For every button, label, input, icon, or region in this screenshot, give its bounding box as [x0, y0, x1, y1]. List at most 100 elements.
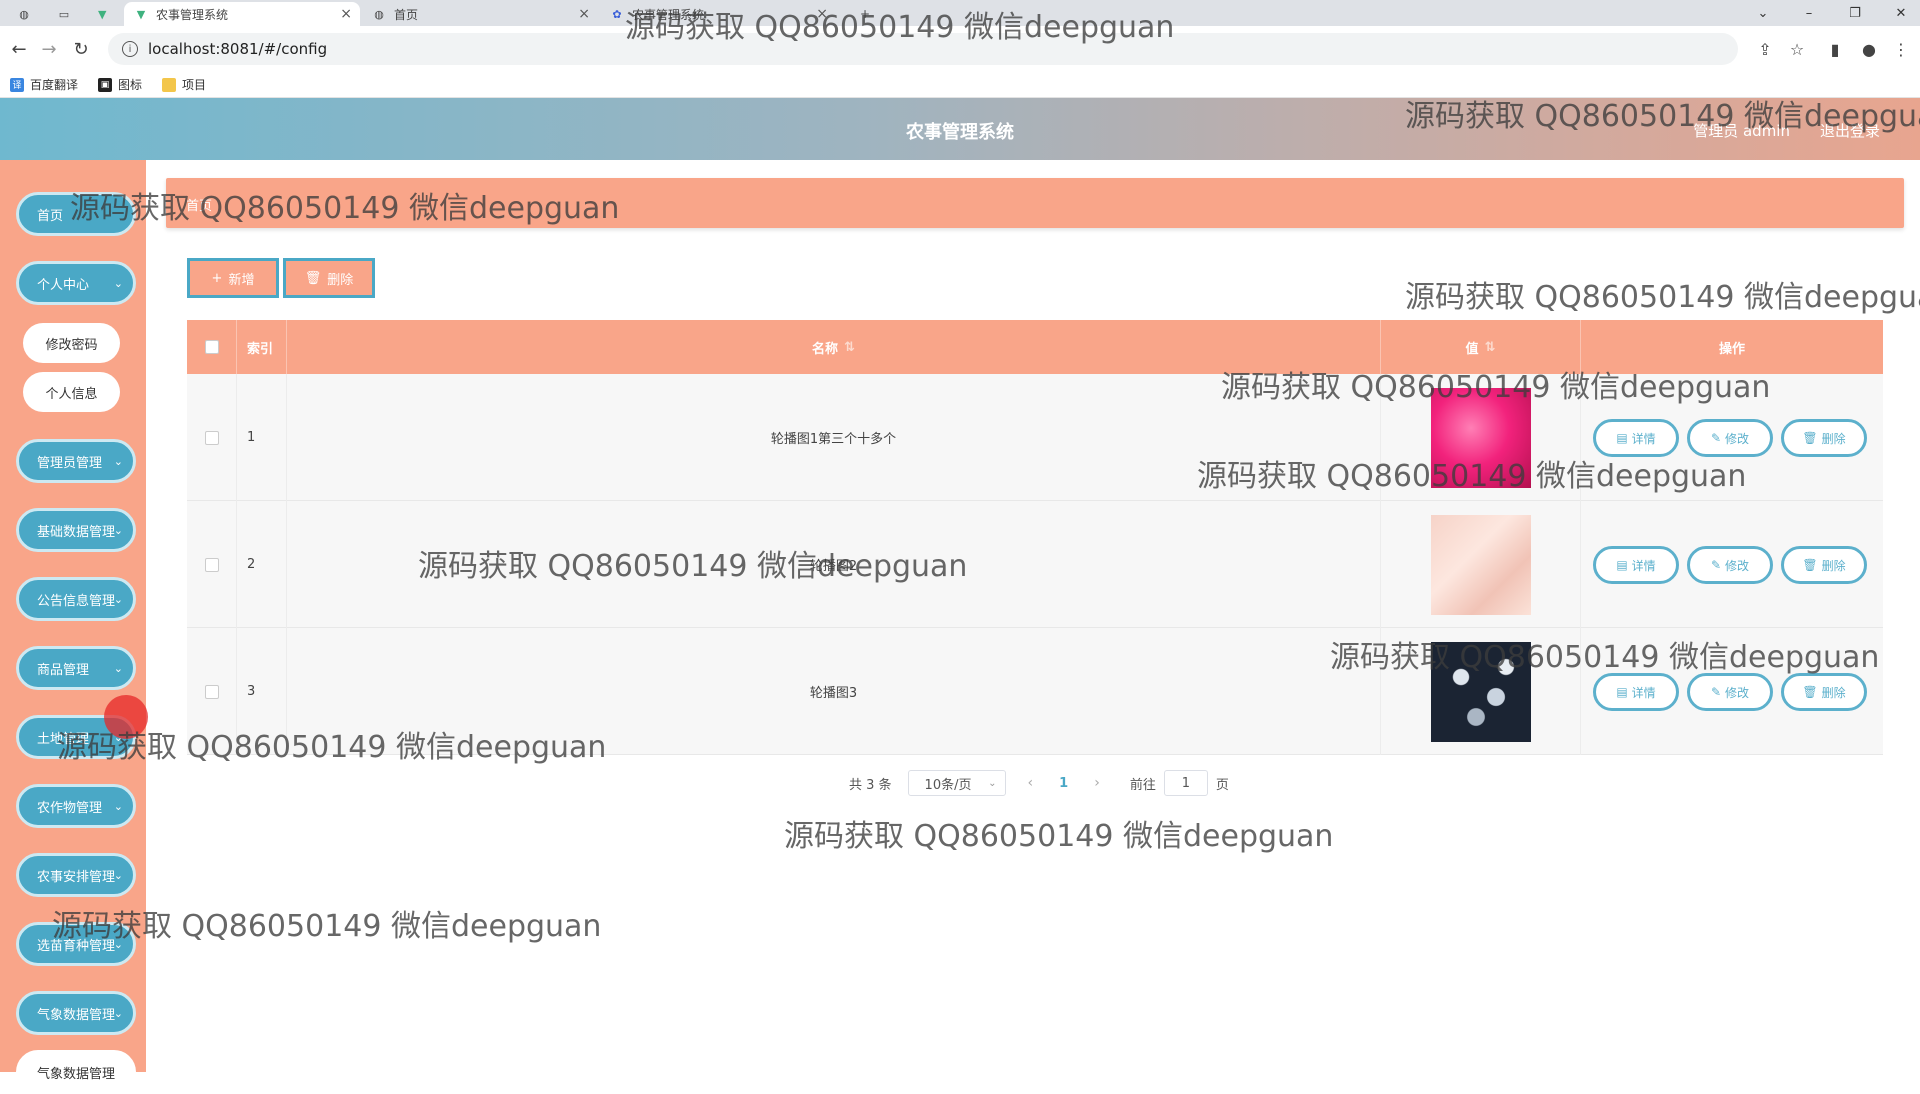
back-icon[interactable]: ←	[6, 36, 32, 62]
page-size-value: 10条/页	[924, 777, 972, 793]
side-panel-icon[interactable]: ▮	[1822, 36, 1848, 62]
info-icon[interactable]: i	[122, 41, 138, 57]
select-all-checkbox[interactable]	[204, 340, 219, 354]
chevron-down-icon: ⌄	[113, 661, 123, 675]
plus-icon: +	[211, 270, 223, 286]
tab-active[interactable]: ▼ 农事管理系统 ×	[124, 2, 360, 26]
trash-icon: 🗑	[1802, 558, 1818, 572]
delete-button[interactable]: 🗑 删除	[1781, 419, 1867, 457]
watermark-text: 源码获取 QQ86050149 微信deepguan	[1221, 370, 1771, 405]
watermark-text: 源码获取 QQ86050149 微信deepguan	[784, 819, 1334, 854]
column-header-name[interactable]: 名称 ⇅	[287, 320, 1381, 374]
tab-blank[interactable]: ▭	[48, 2, 88, 26]
page-size-select[interactable]: 10条/页 ⌄	[907, 770, 1006, 796]
tab-close-icon[interactable]: ×	[340, 6, 352, 22]
tab-search-icon[interactable]: ◍	[8, 2, 48, 26]
carousel-image-thumbnail[interactable]	[1430, 514, 1531, 615]
sidebar-item-label: 气象数据管理	[37, 1066, 116, 1082]
select-all-cell	[187, 320, 237, 374]
tab-title: 农事管理系统	[156, 7, 229, 22]
chevron-down-icon: ⌄	[113, 454, 123, 468]
next-page-icon[interactable]: ›	[1094, 775, 1100, 791]
sidebar-item-label: 管理员管理	[37, 455, 103, 471]
sidebar-item-crops[interactable]: 农作物管理 ⌄	[16, 784, 136, 828]
detail-button[interactable]: ▤ 详情	[1593, 673, 1679, 711]
header-label: 值	[1465, 341, 1479, 357]
sidebar-item-label: 个人信息	[45, 386, 98, 402]
bookmark-baidu-translate[interactable]: 译 百度翻译	[10, 76, 78, 93]
tab-close-icon[interactable]: ×	[578, 6, 590, 22]
restore-icon[interactable]: ❐	[1832, 0, 1878, 26]
bookmark-label: 图标	[118, 78, 143, 92]
sidebar-item-label: 商品管理	[37, 662, 90, 678]
chevron-down-icon: ⌄	[113, 276, 123, 290]
column-header-index[interactable]: 索引	[237, 320, 287, 374]
row-select-cell	[187, 374, 237, 501]
menu-kebab-icon[interactable]: ⋮	[1888, 36, 1914, 62]
sidebar-subitem-change-password[interactable]: 修改密码	[23, 323, 120, 363]
close-window-icon[interactable]: ✕	[1878, 0, 1920, 26]
star-icon[interactable]: ☆	[1784, 36, 1810, 62]
sidebar-item-basic-data[interactable]: 基础数据管理 ⌄	[16, 508, 136, 552]
delete-button[interactable]: 🗑 删除	[1781, 673, 1867, 711]
bookmark-label: 项目	[182, 78, 207, 92]
row-index: 1	[237, 374, 287, 501]
button-label: 删除	[1821, 685, 1846, 700]
sidebar-item-label: 首页	[37, 208, 64, 224]
button-label: 修改	[1725, 685, 1750, 700]
paw-icon: ✿	[612, 7, 622, 21]
translate-icon: 译	[10, 77, 24, 92]
delete-button[interactable]: 🗑 删除	[1781, 546, 1867, 584]
sidebar-item-weather-2[interactable]: 气象数据管理	[16, 1050, 136, 1094]
add-button-label: 新增	[228, 272, 255, 288]
detail-button[interactable]: ▤ 详情	[1593, 546, 1679, 584]
forward-icon[interactable]: →	[36, 36, 62, 62]
sidebar-item-admin-management[interactable]: 管理员管理 ⌄	[16, 439, 136, 483]
profile-icon[interactable]: ●	[1856, 36, 1882, 62]
watermark-text: 源码获取 QQ86050149 微信deepguan	[52, 909, 602, 944]
goto-suffix: 页	[1215, 777, 1229, 793]
pagination-total: 共 3 条	[849, 777, 892, 793]
sidebar-item-personal-center[interactable]: 个人中心 ⌄	[16, 261, 136, 305]
sidebar-item-goods[interactable]: 商品管理 ⌄	[16, 646, 136, 690]
bookmark-icons[interactable]: ▣ 图标	[98, 76, 142, 93]
vue-icon: ▼	[98, 7, 107, 21]
watermark-text: 源码获取 QQ86050149 微信deepguan	[1405, 99, 1920, 134]
row-value-cell	[1381, 501, 1581, 628]
add-button[interactable]: + 新增	[187, 258, 279, 298]
prev-page-icon[interactable]: ‹	[1028, 775, 1034, 791]
reload-icon[interactable]: ↻	[68, 36, 94, 62]
edit-button[interactable]: ✎ 修改	[1687, 673, 1773, 711]
sidebar-item-weather[interactable]: 气象数据管理 ⌄	[16, 991, 136, 1035]
row-checkbox[interactable]	[204, 430, 219, 445]
tab-home[interactable]: ◍ 首页 ×	[362, 2, 598, 26]
bulk-delete-button[interactable]: 🗑 删除	[283, 258, 375, 298]
sort-icon[interactable]: ⇅	[1485, 340, 1496, 355]
share-icon[interactable]: ⇪	[1752, 36, 1778, 62]
sidebar-item-label: 公告信息管理	[37, 593, 116, 609]
row-index: 2	[237, 501, 287, 628]
button-label: 详情	[1631, 558, 1656, 573]
button-label: 修改	[1725, 431, 1750, 446]
document-icon: ▤	[1616, 558, 1628, 572]
header-label: 操作	[1718, 341, 1745, 357]
sidebar-item-label: 农作物管理	[37, 800, 103, 816]
button-label: 详情	[1631, 431, 1656, 446]
edit-button[interactable]: ✎ 修改	[1687, 546, 1773, 584]
globe-icon: ◍	[374, 7, 384, 21]
sort-icon[interactable]: ⇅	[844, 340, 855, 355]
button-label: 详情	[1631, 685, 1656, 700]
current-page[interactable]: 1	[1059, 776, 1068, 791]
tab-vue[interactable]: ▼	[88, 2, 122, 26]
sidebar-subitem-personal-info[interactable]: 个人信息	[23, 372, 120, 412]
goto-page-input[interactable]: 1	[1163, 770, 1208, 796]
tab-search-chevron-icon[interactable]: ⌄	[1740, 0, 1786, 26]
bookmark-project[interactable]: 项目	[162, 76, 206, 93]
sidebar-item-farm-schedule[interactable]: 农事安排管理 ⌄	[16, 853, 136, 897]
document-icon: ▤	[1616, 431, 1628, 445]
minimize-icon[interactable]: –	[1786, 0, 1832, 26]
sidebar-item-notice[interactable]: 公告信息管理 ⌄	[16, 577, 136, 621]
row-checkbox[interactable]	[204, 684, 219, 699]
url-text: localhost:8081/#/config	[148, 40, 328, 58]
row-checkbox[interactable]	[204, 557, 219, 572]
